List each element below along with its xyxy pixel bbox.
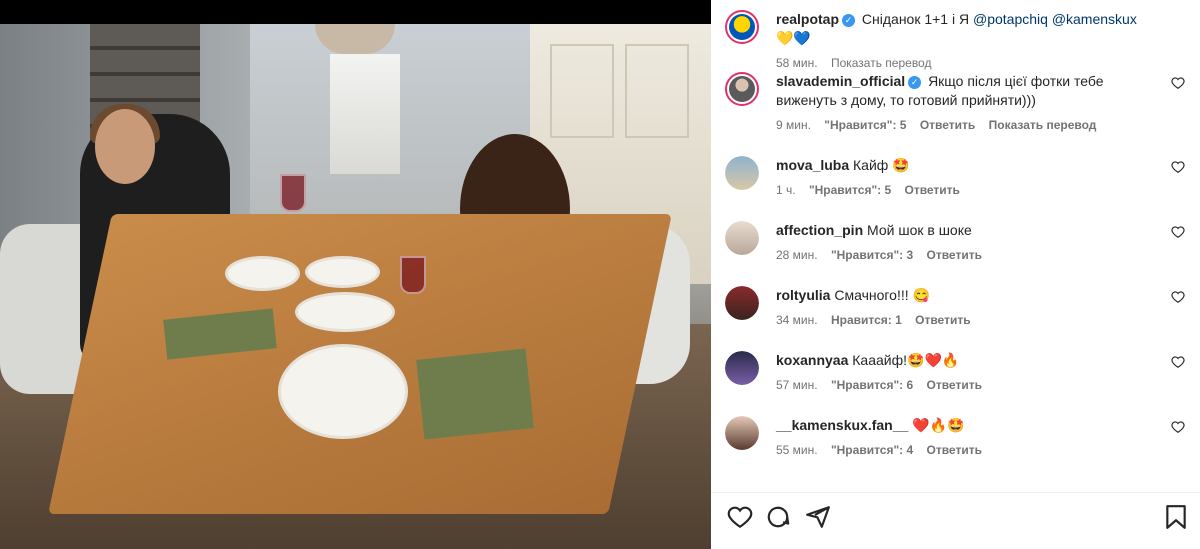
comment-text: Кааайф!🤩❤️🔥 bbox=[852, 352, 960, 368]
commenter-username[interactable]: affection_pin bbox=[776, 222, 863, 238]
comment-reply-button[interactable]: Ответить bbox=[904, 183, 959, 197]
comment-item: affection_pin Мой шок в шоке 28 мин. "Нр… bbox=[725, 221, 1195, 267]
comment-likes[interactable]: "Нравится": 6 bbox=[831, 378, 913, 392]
doorway bbox=[330, 54, 400, 174]
caption-mention-2[interactable]: @kamenskux bbox=[1052, 11, 1137, 27]
comment-reply-button[interactable]: Ответить bbox=[920, 118, 975, 132]
commenter-avatar[interactable] bbox=[725, 72, 759, 106]
commenter-username[interactable]: koxannyaa bbox=[776, 352, 848, 368]
comment-time: 28 мин. bbox=[776, 248, 818, 262]
action-bar-divider bbox=[711, 492, 1200, 493]
comment-time: 55 мин. bbox=[776, 443, 818, 457]
comment-item: koxannyaa Кааайф!🤩❤️🔥 57 мин. "Нравится"… bbox=[725, 351, 1195, 397]
verified-icon: ✓ bbox=[908, 75, 922, 89]
comment-item: slavademin_official ✓ Якщо після цієї фот… bbox=[725, 72, 1195, 136]
ceiling-lamp bbox=[315, 24, 395, 54]
comment-reply-button[interactable]: Ответить bbox=[915, 313, 970, 327]
commenter-username[interactable]: slavademin_official bbox=[776, 73, 905, 89]
comment-time: 1 ч. bbox=[776, 183, 796, 197]
wine-glass-2 bbox=[400, 256, 426, 294]
share-icon[interactable] bbox=[805, 504, 831, 530]
verified-icon: ✓ bbox=[842, 13, 856, 27]
person-left-head bbox=[95, 109, 155, 184]
author-username[interactable]: realpotap bbox=[776, 11, 839, 27]
comment-likes[interactable]: "Нравится": 3 bbox=[831, 248, 913, 262]
comment-likes[interactable]: Нравится: 1 bbox=[831, 313, 902, 327]
like-comment-heart-icon[interactable] bbox=[1171, 160, 1185, 174]
comment-text: Мой шок в шоке bbox=[867, 222, 972, 238]
comment-icon[interactable] bbox=[765, 504, 791, 530]
commenter-avatar[interactable] bbox=[725, 156, 759, 190]
author-avatar[interactable] bbox=[725, 10, 759, 44]
plate-1 bbox=[225, 256, 300, 291]
commenter-username[interactable]: __kamenskux.fan__ bbox=[776, 417, 908, 433]
comment-text: ❤️🔥🤩 bbox=[912, 417, 965, 433]
comment-reply-button[interactable]: Ответить bbox=[927, 248, 982, 262]
breakfast-photo-scene bbox=[0, 24, 711, 549]
commenter-avatar[interactable] bbox=[725, 351, 759, 385]
commenter-avatar[interactable] bbox=[725, 221, 759, 255]
comment-likes[interactable]: "Нравится": 4 bbox=[831, 443, 913, 457]
caption-text: Сніданок 1+1 і Я bbox=[861, 11, 973, 27]
instagram-post-view: realpotap ✓ Сніданок 1+1 і Я @potapchiq @… bbox=[0, 0, 1200, 549]
bookmark-icon[interactable] bbox=[1163, 504, 1189, 530]
caption-translate-link[interactable]: Показать перевод bbox=[831, 56, 932, 70]
caption-time: 58 мин. bbox=[776, 56, 818, 70]
like-comment-heart-icon[interactable] bbox=[1171, 225, 1185, 239]
post-photo[interactable] bbox=[0, 0, 711, 549]
comment-text: Кайф 🤩 bbox=[853, 157, 910, 173]
comment-item: mova_luba Кайф 🤩 1 ч. "Нравится": 5 Отве… bbox=[725, 156, 1195, 202]
commenter-avatar[interactable] bbox=[725, 286, 759, 320]
comment-item: roltyulia Смачного!!! 😋 34 мин. Нравится… bbox=[725, 286, 1195, 332]
comments-pane: realpotap ✓ Сніданок 1+1 і Я @potapchiq @… bbox=[711, 0, 1200, 549]
like-comment-heart-icon[interactable] bbox=[1171, 290, 1185, 304]
commenter-username[interactable]: roltyulia bbox=[776, 287, 830, 303]
photo-top-bar bbox=[0, 0, 711, 24]
commenter-avatar[interactable] bbox=[725, 416, 759, 450]
like-comment-heart-icon[interactable] bbox=[1171, 420, 1185, 434]
post-caption: realpotap ✓ Сніданок 1+1 і Я @potapchiq @… bbox=[725, 10, 1195, 70]
comment-text: Смачного!!! 😋 bbox=[834, 287, 930, 303]
comment-time: 9 мин. bbox=[776, 118, 811, 132]
comment-reply-button[interactable]: Ответить bbox=[927, 378, 982, 392]
comment-time: 34 мин. bbox=[776, 313, 818, 327]
comment-time: 57 мин. bbox=[776, 378, 818, 392]
plate-2 bbox=[295, 292, 395, 332]
wine-glass-1 bbox=[280, 174, 306, 212]
like-comment-heart-icon[interactable] bbox=[1171, 355, 1185, 369]
napkin-right bbox=[416, 348, 534, 440]
like-comment-heart-icon[interactable] bbox=[1171, 76, 1185, 90]
comment-likes[interactable]: "Нравится": 5 bbox=[809, 183, 891, 197]
comment-item: __kamenskux.fan__ ❤️🔥🤩 55 мин. "Нравится… bbox=[725, 416, 1195, 462]
commenter-username[interactable]: mova_luba bbox=[776, 157, 849, 173]
caption-emoji: 💛💙 bbox=[776, 30, 811, 46]
plate-3 bbox=[278, 344, 408, 439]
comment-likes[interactable]: "Нравится": 5 bbox=[824, 118, 906, 132]
caption-mention-1[interactable]: @potapchiq bbox=[973, 11, 1048, 27]
comment-translate-link[interactable]: Показать перевод bbox=[989, 118, 1097, 132]
post-action-bar bbox=[711, 500, 1200, 536]
comment-reply-button[interactable]: Ответить bbox=[927, 443, 982, 457]
heart-icon[interactable] bbox=[727, 504, 753, 530]
plate-4 bbox=[305, 256, 380, 288]
